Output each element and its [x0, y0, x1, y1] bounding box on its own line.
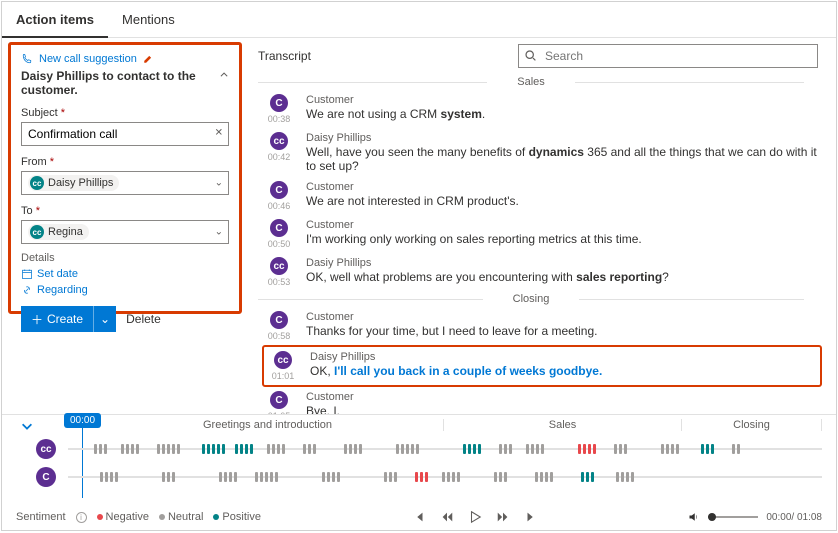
track-avatar-customer: C	[36, 467, 56, 487]
track-customer[interactable]	[68, 472, 822, 482]
to-picker[interactable]: ccRegina	[21, 220, 229, 244]
msg-name: Customer	[306, 181, 822, 193]
msg-name: Daisy Phillips	[310, 351, 818, 363]
chevron-up-icon[interactable]	[219, 69, 229, 81]
avatar: C	[270, 181, 288, 199]
from-picker[interactable]: ccDaisy Phillips	[21, 171, 229, 195]
tab-action-items[interactable]: Action items	[2, 2, 108, 38]
suggestion-label: New call suggestion	[39, 53, 137, 65]
segment-greetings: Greetings and introduction	[92, 419, 444, 431]
phone-icon	[21, 53, 33, 65]
subject-label: Subject	[21, 107, 58, 119]
msg-time: 00:53	[268, 277, 291, 287]
segment-closing: Closing	[682, 419, 822, 431]
transcript-message[interactable]: cc 00:42 Daisy PhillipsWell, have you see…	[262, 128, 822, 177]
link-icon	[21, 284, 33, 296]
msg-text: Well, have you seen the many benefits of…	[306, 145, 822, 173]
pencil-icon[interactable]	[143, 54, 153, 64]
volume-slider[interactable]	[708, 516, 758, 518]
volume-icon[interactable]	[688, 511, 700, 523]
chevron-down-icon[interactable]: ⌄	[215, 178, 223, 189]
msg-text: Bye, I.	[306, 404, 822, 414]
msg-time: 01:01	[272, 371, 295, 381]
rewind-icon[interactable]	[440, 510, 454, 524]
msg-text: I'm working only working on sales report…	[306, 232, 822, 246]
transcript-message[interactable]: C 00:58 CustomerThanks for your time, but…	[262, 307, 822, 345]
avatar: C	[270, 391, 288, 409]
transcript-message[interactable]: C01:05 CustomerBye, I.	[262, 387, 822, 414]
msg-name: Customer	[306, 94, 822, 106]
transcript-heading: Transcript	[258, 49, 311, 63]
details-label: Details	[21, 252, 229, 264]
avatar: cc	[270, 132, 288, 150]
msg-time: 00:46	[268, 201, 291, 211]
from-label: From	[21, 156, 47, 168]
track-agent[interactable]	[68, 444, 822, 454]
avatar: C	[270, 219, 288, 237]
avatar: cc	[270, 257, 288, 275]
msg-text: We are not using a CRM system.	[306, 107, 822, 121]
chevron-down-icon[interactable]	[20, 419, 34, 433]
play-icon[interactable]	[468, 510, 482, 524]
timeline: 00:00 Greetings and introduction Sales C…	[2, 414, 836, 504]
msg-time: 00:42	[268, 152, 291, 162]
calendar-icon	[21, 268, 33, 280]
skip-start-icon[interactable]	[412, 510, 426, 524]
avatar: C	[270, 311, 288, 329]
sentiment-legend: Sentiment i Negative Neutral Positive	[16, 511, 261, 523]
transcript-message[interactable]: cc 01:01 Daisy PhillipsOK, I'll call you …	[262, 345, 822, 387]
chevron-down-icon[interactable]: ⌄	[215, 227, 223, 238]
avatar: cc	[274, 351, 292, 369]
msg-name: Customer	[306, 311, 822, 323]
search-icon	[524, 49, 537, 62]
msg-name: Dasiy Phillips	[306, 257, 822, 269]
msg-name: Daisy Phillips	[306, 132, 822, 144]
msg-time: 00:50	[268, 239, 291, 249]
avatar: C	[270, 94, 288, 112]
action-item-card: New call suggestion Daisy Phillips to co…	[8, 42, 242, 314]
clear-icon[interactable]: ✕	[215, 127, 223, 138]
msg-text: We are not interested in CRM product's.	[306, 194, 822, 208]
transcript-message[interactable]: C 00:46 CustomerWe are not interested in …	[262, 177, 822, 215]
create-button[interactable]: ＋ Create ⌄	[21, 306, 116, 332]
set-date-link[interactable]: Set date	[21, 268, 229, 280]
time-current: 00:00/ 01:08	[766, 512, 822, 523]
transcript-message[interactable]: C 00:38 CustomerWe are not using a CRM sy…	[262, 90, 822, 128]
regarding-link[interactable]: Regarding	[21, 284, 229, 296]
transcript-message[interactable]: C 00:50 CustomerI'm working only working …	[262, 215, 822, 253]
msg-time: 00:58	[268, 331, 291, 341]
subject-input[interactable]	[21, 122, 229, 146]
track-avatar-agent: cc	[36, 439, 56, 459]
forward-icon[interactable]	[496, 510, 510, 524]
tab-mentions[interactable]: Mentions	[108, 2, 189, 38]
create-split-chevron[interactable]: ⌄	[93, 306, 116, 332]
msg-name: Customer	[306, 391, 822, 403]
tabs: Action items Mentions	[2, 2, 836, 38]
transcript-message[interactable]: cc 00:53 Dasiy PhillipsOK, well what prob…	[262, 253, 822, 291]
suggestion-title: Daisy Phillips to contact to the custome…	[21, 69, 219, 97]
search-input[interactable]	[518, 44, 818, 68]
msg-text: OK, I'll call you back in a couple of we…	[310, 364, 818, 378]
segment-sales: Sales	[444, 419, 682, 431]
msg-text: OK, well what problems are you encounter…	[306, 270, 822, 284]
info-icon[interactable]: i	[76, 512, 87, 523]
to-label: To	[21, 205, 33, 217]
msg-text: Thanks for your time, but I need to leav…	[306, 324, 822, 338]
skip-end-icon[interactable]	[524, 510, 538, 524]
delete-button[interactable]: Delete	[126, 312, 161, 326]
msg-name: Customer	[306, 219, 822, 231]
msg-time: 00:38	[268, 114, 291, 124]
playhead[interactable]: 00:00	[64, 413, 101, 498]
